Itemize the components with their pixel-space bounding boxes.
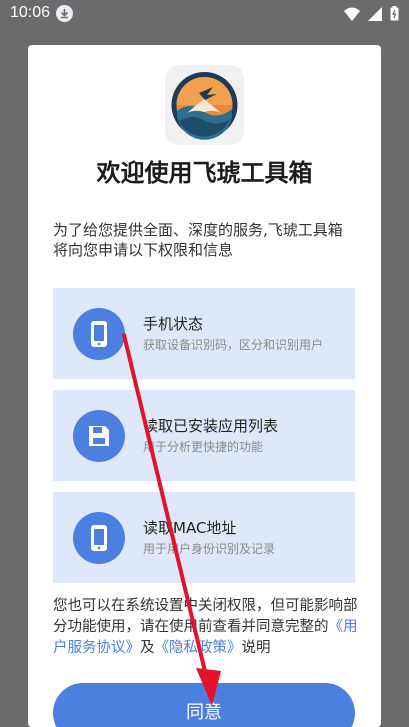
intro-text: 为了给您提供全面、深度的服务,飞琥工具箱将向您申请以下权限和信息 <box>53 221 343 259</box>
dialog-title: 欢迎使用飞琥工具箱 <box>96 159 313 187</box>
status-bar: 10:06 <box>0 0 409 28</box>
permission-title: 手机状态 <box>143 315 204 333</box>
permission-desc: 用于分析更快捷的功能 <box>143 440 264 454</box>
save-icon <box>73 410 125 462</box>
permission-item-phone-state: 手机状态 获取设备识别码，区分和识别用户 <box>53 288 355 379</box>
battery-icon <box>390 6 399 25</box>
footer-notice: 您也可以在系统设置中关闭权限，但可能影响部分功能使用，请在使用前查看并同意完整的… <box>53 596 358 659</box>
permission-title: 读取已安装应用列表 <box>143 417 279 435</box>
signal-icon <box>368 6 382 25</box>
permission-item-mac-address: 读取MAC地址 用于用户身份识别及记录 <box>53 492 355 583</box>
permission-desc: 用于用户身份识别及记录 <box>143 542 276 556</box>
status-time: 10:06 <box>10 4 51 21</box>
privacy-policy-link[interactable]: 《隐私政策》 <box>155 640 242 656</box>
and-text: 及 <box>140 640 155 656</box>
phone-icon <box>73 512 125 564</box>
wifi-icon <box>344 6 360 25</box>
phone-icon <box>73 308 125 360</box>
download-icon <box>56 5 73 22</box>
permission-desc: 获取设备识别码，区分和识别用户 <box>143 338 324 352</box>
agree-button[interactable]: 同意 <box>53 683 355 727</box>
permission-dialog: 欢迎使用飞琥工具箱 为了给您提供全面、深度的服务,飞琥工具箱将向您申请以下权限和… <box>28 45 381 727</box>
permission-item-installed-apps: 读取已安装应用列表 用于分析更快捷的功能 <box>53 390 355 481</box>
permission-title: 读取MAC地址 <box>143 519 237 537</box>
app-logo <box>165 65 244 145</box>
footer-suffix: 说明 <box>241 640 271 656</box>
footer-prefix: 您也可以在系统设置中关闭权限，但可能影响部分功能使用，请在使用前查看并同意完整的 <box>53 598 358 635</box>
